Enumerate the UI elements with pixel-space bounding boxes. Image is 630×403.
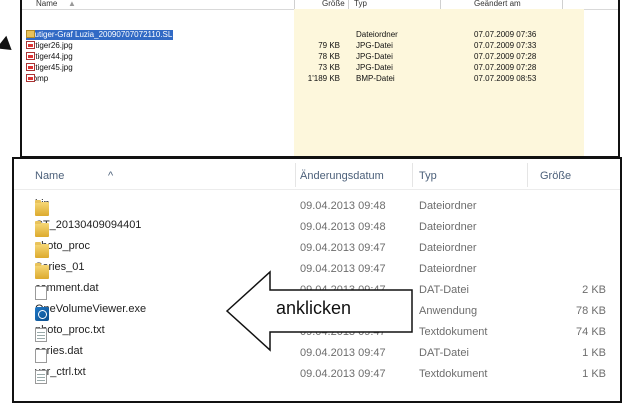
file-name-cell[interactable]: o.bmp: [26, 74, 48, 84]
file-type: JPG-Datei: [356, 52, 393, 61]
file-name-cell[interactable]: frutiger26.jpg: [26, 41, 73, 51]
image-file-icon: [26, 52, 35, 60]
folder-icon: [35, 242, 49, 258]
file-type: Dateiordner: [419, 263, 477, 275]
file-name-cell[interactable]: ver_ctrl.txt: [35, 366, 86, 384]
file-type: DAT-Datei: [419, 284, 469, 296]
text-file-icon: [35, 370, 47, 384]
bottom-column-header: ^ Name Änderungsdatum Typ Größe: [14, 159, 620, 190]
column-modified[interactable]: Geändert am: [474, 0, 521, 8]
sort-caret-icon: ^: [108, 170, 114, 182]
bottom-list-item[interactable]: ver_ctrl.txt 09.04.2013 09:47 Textdokument…: [14, 364, 620, 385]
file-name-cell[interactable]: bin: [35, 198, 50, 216]
file-name-cell[interactable]: comment.dat: [35, 282, 99, 300]
text-file-icon: [35, 328, 47, 342]
sort-ascending-icon: ▲: [68, 0, 76, 8]
column-size[interactable]: Größe: [322, 0, 345, 8]
file-modified: 07.07.2009 08:53: [474, 74, 537, 83]
file-name-cell[interactable]: photo_proc.txt: [35, 324, 105, 342]
pointer-arrow-icon: [0, 35, 17, 57]
file-name-cell[interactable]: frutiger44.jpg: [26, 52, 73, 62]
folder-icon: [35, 200, 49, 216]
file-modified: 09.04.2013 09:48: [300, 200, 386, 212]
file-type: JPG-Datei: [356, 63, 393, 72]
image-file-icon: [26, 41, 35, 49]
column-size[interactable]: Größe: [540, 170, 571, 182]
file-size: 1 KB: [582, 368, 606, 380]
bottom-list-item[interactable]: photo_proc 09.04.2013 09:47 Dateiordner: [14, 238, 620, 259]
file-type: Dateiordner: [356, 30, 398, 39]
callout-label: anklicken: [276, 298, 352, 318]
folder-icon: [26, 30, 35, 38]
file-size: 74 KB: [576, 326, 606, 338]
top-list-item-selected[interactable]: Frutiger-Graf Luzia_20090707072110.SL Dat…: [22, 30, 618, 40]
file-name: Frutiger-Graf Luzia_20090707072110.SL: [26, 30, 174, 40]
file-icon: [35, 349, 47, 363]
image-file-icon: [26, 74, 35, 82]
column-type[interactable]: Typ: [419, 170, 437, 182]
file-name: OneVolumeViewer.exe: [35, 303, 147, 315]
file-modified: 07.07.2009 07:28: [474, 52, 537, 61]
file-type: DAT-Datei: [419, 347, 469, 359]
file-size: 79 KB: [318, 41, 340, 50]
file-name-cell[interactable]: series.dat: [35, 345, 83, 363]
column-type[interactable]: Typ: [354, 0, 367, 8]
file-size: 1 KB: [582, 347, 606, 359]
column-modified[interactable]: Änderungsdatum: [300, 170, 384, 182]
file-name-cell[interactable]: photo_proc: [35, 240, 90, 258]
file-icon: [35, 286, 47, 300]
top-list-item[interactable]: o.bmp 1'189 KB BMP-Datei 07.07.2009 08:53: [22, 74, 618, 84]
folder-icon: [35, 263, 49, 279]
file-type: Anwendung: [419, 305, 478, 317]
file-type: JPG-Datei: [356, 41, 393, 50]
file-size: 2 KB: [582, 284, 606, 296]
bottom-list-item[interactable]: CT_20130409094401 09.04.2013 09:48 Dateior…: [14, 217, 620, 238]
column-name[interactable]: Name: [35, 170, 64, 182]
file-name-cell[interactable]: frutiger45.jpg: [26, 63, 73, 73]
file-modified: 09.04.2013 09:48: [300, 221, 386, 233]
file-name-cell[interactable]: OneVolumeViewer.exe: [35, 303, 147, 321]
file-size: 78 KB: [576, 305, 606, 317]
file-type: BMP-Datei: [356, 74, 395, 83]
column-name[interactable]: Name: [36, 0, 57, 8]
image-file-icon: [26, 63, 35, 71]
file-modified: 07.07.2009 07:33: [474, 41, 537, 50]
file-type: Dateiordner: [419, 242, 477, 254]
file-modified: 07.07.2009 07:28: [474, 63, 537, 72]
folder-icon: [35, 221, 49, 237]
file-size: 73 KB: [318, 63, 340, 72]
file-type: Textdokument: [419, 326, 488, 338]
file-type: Textdokument: [419, 368, 488, 380]
file-type: Dateiordner: [419, 221, 477, 233]
file-modified: 09.04.2013 09:47: [300, 368, 386, 380]
file-name-cell[interactable]: Frutiger-Graf Luzia_20090707072110.SL: [26, 30, 174, 40]
top-list-item[interactable]: frutiger44.jpg 78 KB JPG-Datei 07.07.2009 0…: [22, 52, 618, 62]
file-modified: 07.07.2009 07:36: [474, 30, 537, 39]
application-icon: [35, 307, 49, 321]
click-here-callout: anklicken: [225, 270, 415, 352]
file-size: 78 KB: [318, 52, 340, 61]
file-modified: 09.04.2013 09:47: [300, 242, 386, 254]
file-size: 1'189 KB: [307, 74, 340, 83]
top-list-item[interactable]: frutiger45.jpg 73 KB JPG-Datei 07.07.2009 0…: [22, 63, 618, 73]
file-name-cell[interactable]: Series_01: [35, 261, 85, 279]
top-list-item[interactable]: frutiger26.jpg 79 KB JPG-Datei 07.07.2009 0…: [22, 41, 618, 51]
top-file-list: Name ▲ Größe Typ Geändert am Frutiger-Gr…: [20, 0, 620, 158]
bottom-list-item[interactable]: bin 09.04.2013 09:48 Dateiordner: [14, 196, 620, 217]
file-type: Dateiordner: [419, 200, 477, 212]
file-name: CT_20130409094401: [35, 219, 142, 231]
file-name-cell[interactable]: CT_20130409094401: [35, 219, 142, 237]
